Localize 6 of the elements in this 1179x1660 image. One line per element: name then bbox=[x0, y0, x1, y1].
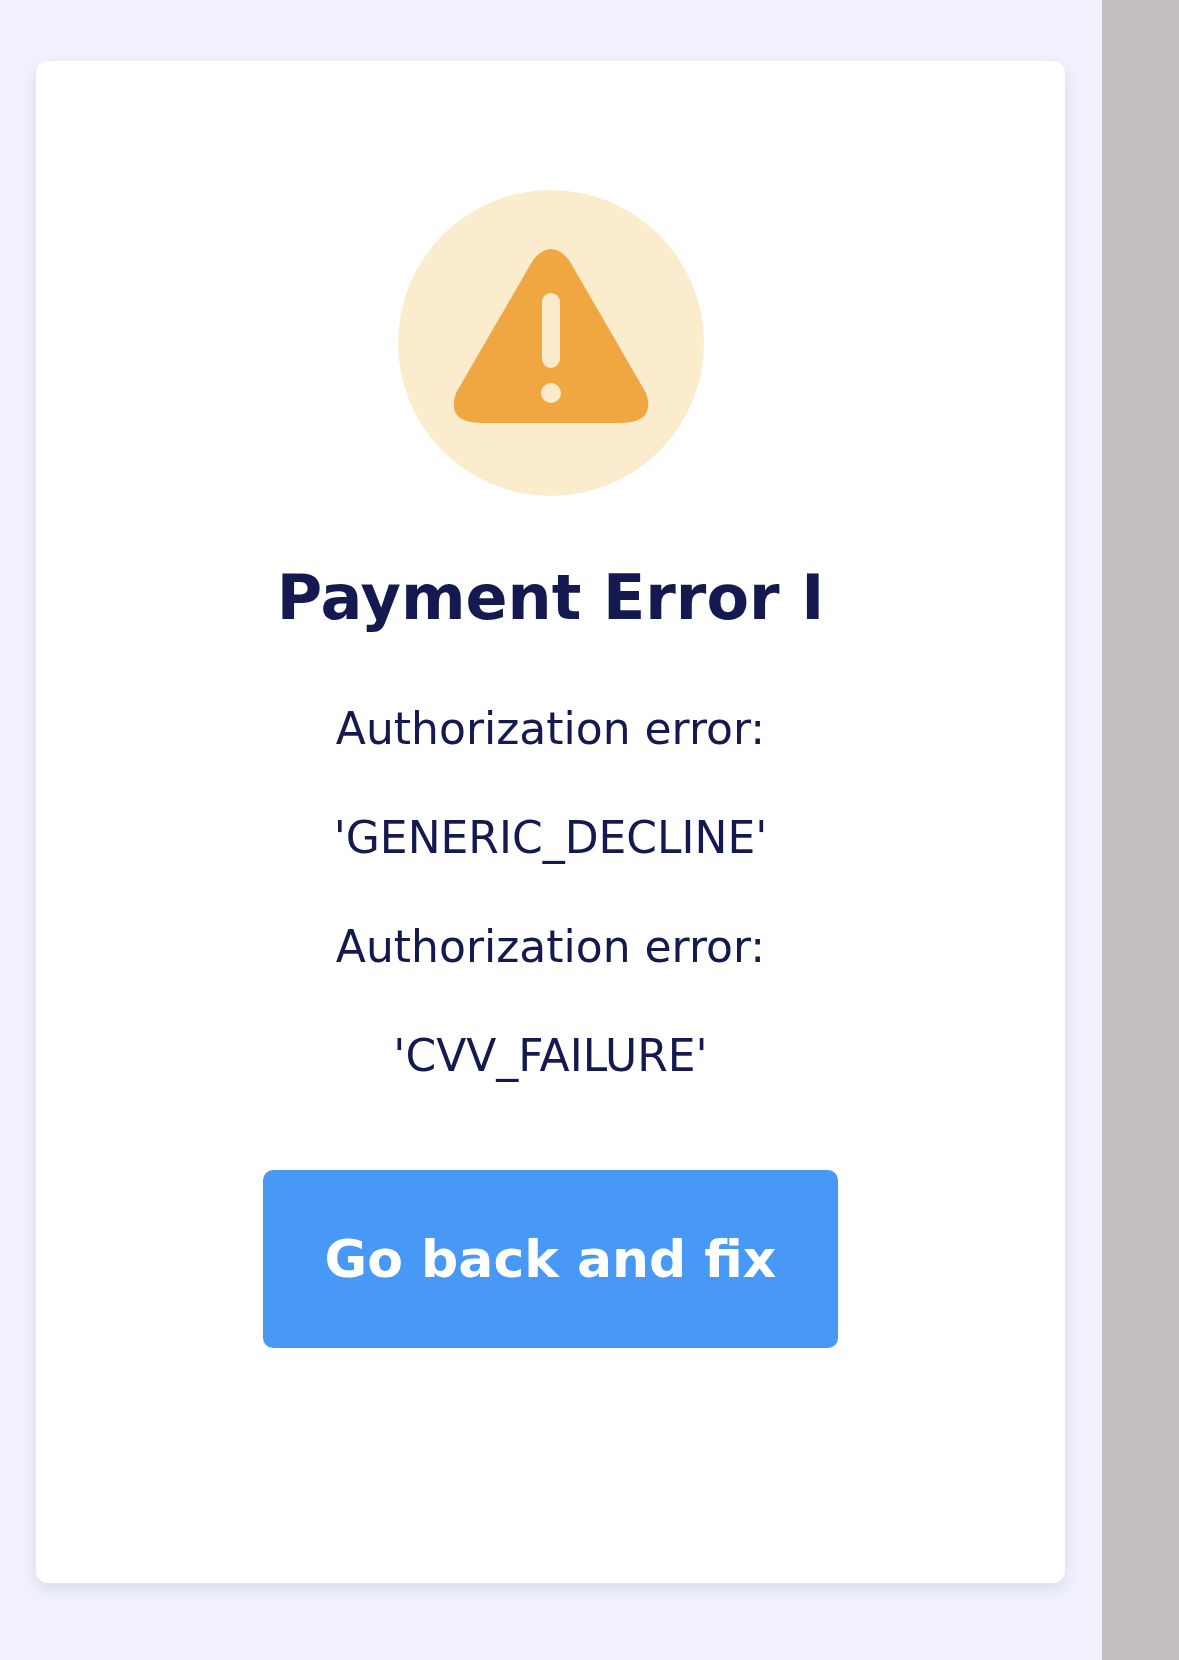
error-message: 'GENERIC_DECLINE' bbox=[333, 811, 768, 866]
error-message: 'CVV_FAILURE' bbox=[393, 1029, 708, 1084]
dialog-title: Payment Error I bbox=[276, 560, 825, 636]
error-message: Authorization error: bbox=[335, 920, 766, 974]
error-message: Authorization error: bbox=[335, 702, 766, 756]
go-back-button[interactable]: Go back and fix bbox=[263, 1170, 838, 1348]
